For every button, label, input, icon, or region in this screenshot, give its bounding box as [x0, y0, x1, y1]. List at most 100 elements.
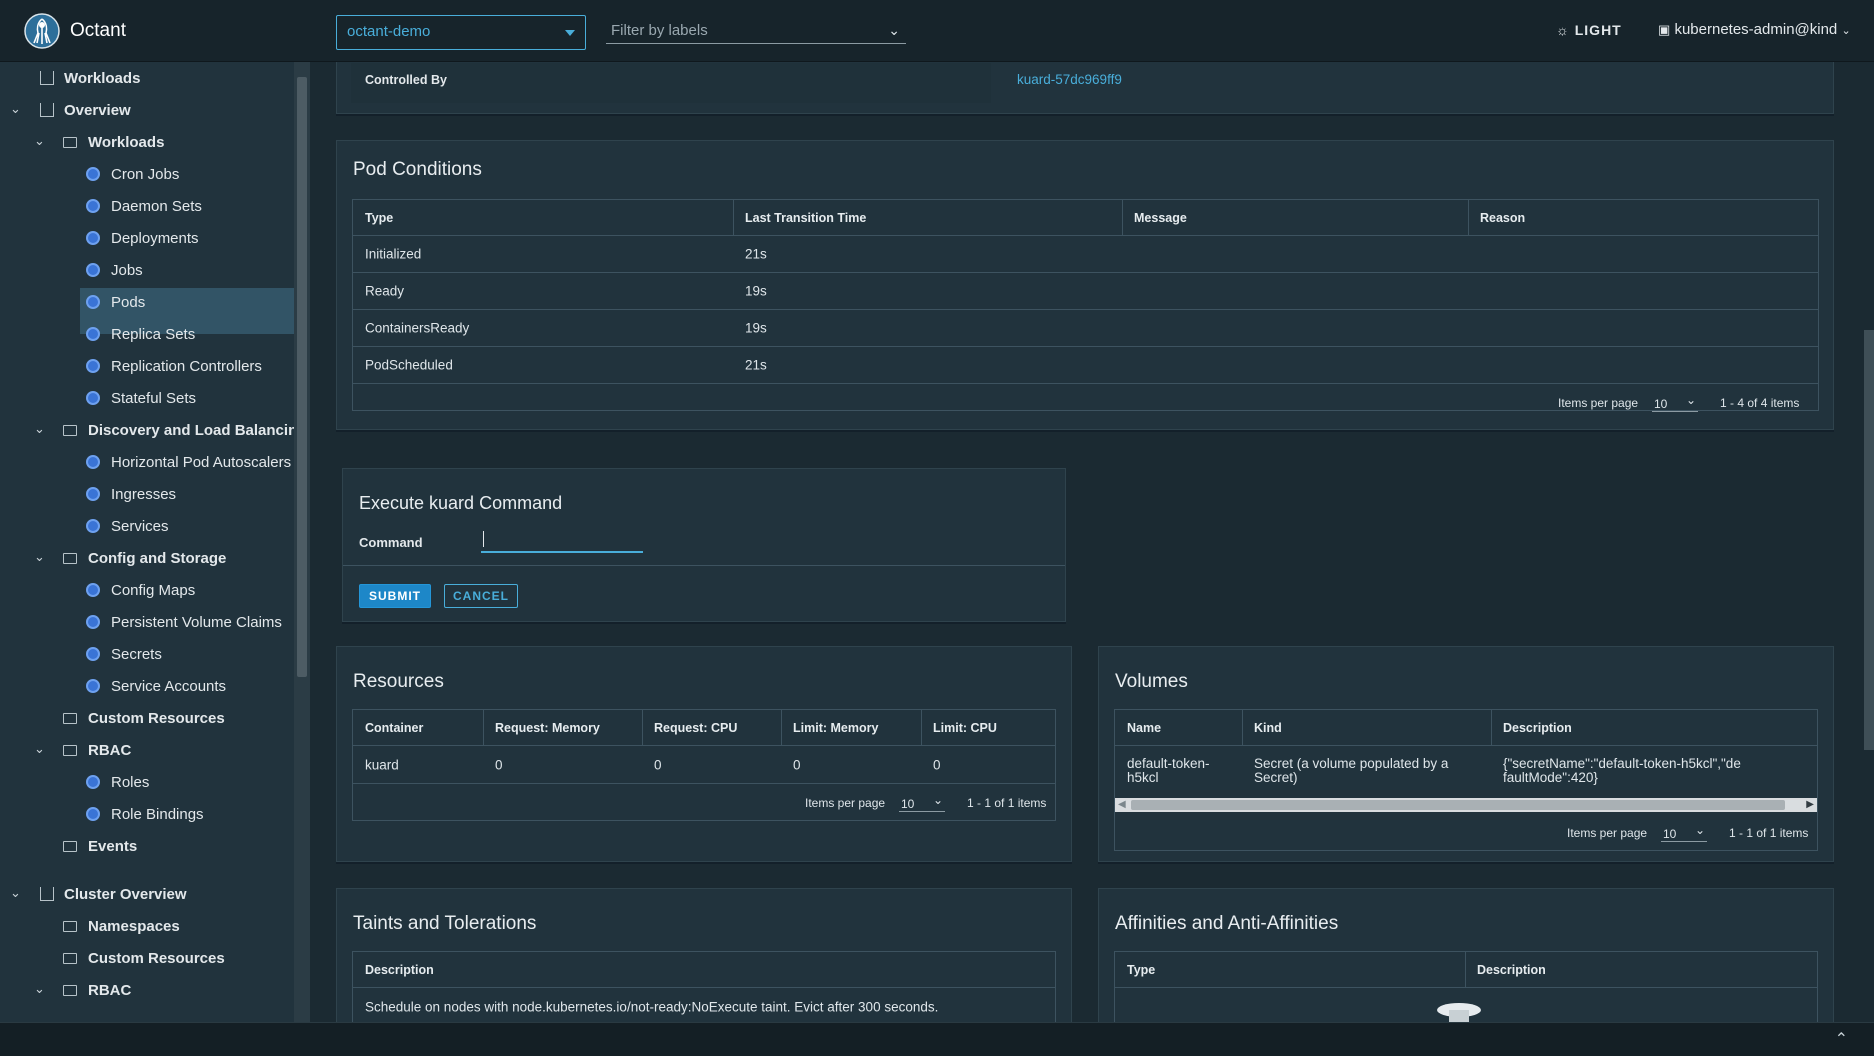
- column-header[interactable]: Description: [1503, 721, 1572, 735]
- column-divider[interactable]: [642, 710, 643, 746]
- horizontal-scrollbar-thumb[interactable]: [1131, 800, 1785, 810]
- top-bar: Octant octant-demo Filter by labels ⌄ ☼ …: [0, 0, 1874, 62]
- sidebar-item-replication-controllers[interactable]: Replication Controllers: [80, 352, 294, 382]
- sidebar-item-rbac[interactable]: ⌄ RBAC: [0, 736, 294, 766]
- page-range: 1 - 4 of 4 items: [1720, 396, 1800, 410]
- sidebar-item-daemon-sets[interactable]: Daemon Sets: [80, 192, 294, 222]
- column-header[interactable]: Request: Memory: [495, 721, 600, 735]
- column-header[interactable]: Message: [1134, 211, 1187, 225]
- sidebar-item-events[interactable]: Events: [0, 832, 294, 862]
- label-filter-input[interactable]: Filter by labels ⌄: [606, 18, 906, 44]
- column-header[interactable]: Limit: Memory: [793, 721, 878, 735]
- replicaset-icon: [86, 327, 100, 341]
- affinities-table: Type Description: [1114, 951, 1818, 1022]
- sidebar-item-label: Ingresses: [111, 486, 177, 503]
- sidebar-item-pods-active[interactable]: Pods: [80, 288, 294, 318]
- column-divider[interactable]: [1122, 200, 1123, 236]
- per-page-value: 10: [901, 797, 915, 811]
- table-header: Type Description: [1115, 952, 1817, 988]
- column-header[interactable]: Request: CPU: [654, 721, 737, 735]
- affinities-title: Affinities and Anti-Affinities: [1115, 913, 1339, 934]
- column-divider[interactable]: [1242, 710, 1243, 746]
- column-divider[interactable]: [1491, 710, 1492, 746]
- column-divider[interactable]: [483, 710, 484, 746]
- chevron-up-icon[interactable]: ⌃: [1835, 1029, 1848, 1049]
- volume-name: default-token-h5kcl: [1127, 756, 1210, 785]
- sidebar-item-deployments[interactable]: Deployments: [80, 224, 294, 254]
- controlled-by-link[interactable]: kuard-57dc969ff9: [1017, 72, 1122, 87]
- sidebar-item-roles[interactable]: Roles: [80, 768, 294, 798]
- column-divider[interactable]: [921, 710, 922, 746]
- folder-icon: [63, 425, 77, 436]
- namespace-select[interactable]: octant-demo: [336, 15, 586, 50]
- table-row: ContainersReady 19s: [353, 310, 1818, 347]
- rolebinding-icon: [86, 807, 100, 821]
- main-scrollbar-thumb[interactable]: [1864, 330, 1874, 750]
- limit-memory: 0: [793, 757, 801, 772]
- brand-name[interactable]: Octant: [70, 20, 126, 42]
- user-context-menu[interactable]: ▣ kubernetes-admin@kind ⌄: [1658, 21, 1851, 38]
- sidebar-item-cluster-rbac[interactable]: ⌄ RBAC: [0, 976, 294, 1006]
- sidebar-item-workloads-top[interactable]: Workloads: [0, 64, 294, 94]
- items-per-page-select[interactable]: 10 ⌄: [1652, 392, 1698, 412]
- column-header[interactable]: Limit: CPU: [933, 721, 997, 735]
- sidebar-item-label: Service Accounts: [111, 678, 227, 695]
- chevron-down-icon: ⌄: [34, 549, 45, 564]
- column-divider[interactable]: [733, 200, 734, 236]
- sidebar-item-pvc[interactable]: Persistent Volume Claims: [80, 608, 294, 638]
- column-divider[interactable]: [1465, 952, 1466, 988]
- sidebar-item-hpa[interactable]: Horizontal Pod Autoscalers: [80, 448, 294, 478]
- sidebar-item-services[interactable]: Services: [80, 512, 294, 542]
- chevron-down-icon: ⌄: [10, 885, 21, 900]
- sidebar-item-custom-resources[interactable]: Custom Resources: [0, 704, 294, 734]
- chevron-down-icon: ⌄: [34, 421, 45, 436]
- job-icon: [86, 263, 100, 277]
- column-header[interactable]: Reason: [1480, 211, 1525, 225]
- namespace-value: octant-demo: [347, 23, 431, 40]
- submit-button[interactable]: SUBMIT: [359, 584, 431, 608]
- sidebar-item-jobs[interactable]: Jobs: [80, 256, 294, 286]
- column-header[interactable]: Description: [1477, 963, 1546, 977]
- sidebar-item-config-storage[interactable]: ⌄ Config and Storage: [0, 544, 294, 574]
- condition-time: 21s: [745, 357, 767, 373]
- ingress-icon: [86, 487, 100, 501]
- column-header[interactable]: Container: [365, 721, 423, 735]
- sidebar-item-discovery[interactable]: ⌄ Discovery and Load Balancing: [0, 416, 294, 446]
- command-input[interactable]: [481, 523, 643, 553]
- sidebar-item-role-bindings[interactable]: Role Bindings: [80, 800, 294, 830]
- sidebar-scrollbar-thumb[interactable]: [297, 77, 307, 677]
- sidebar-item-workloads[interactable]: ⌄ Workloads: [0, 128, 294, 158]
- sidebar-item-overview[interactable]: ⌄ Overview: [0, 96, 294, 126]
- items-per-page-select[interactable]: 10 ⌄: [1661, 822, 1707, 842]
- sidebar-item-cron-jobs[interactable]: Cron Jobs: [80, 160, 294, 190]
- sidebar-item-config-maps[interactable]: Config Maps: [80, 576, 294, 606]
- volumes-card: Volumes Name Kind Description default-to…: [1098, 646, 1834, 862]
- column-header[interactable]: Last Transition Time: [745, 211, 866, 225]
- cancel-button[interactable]: CANCEL: [444, 584, 518, 608]
- column-divider[interactable]: [781, 710, 782, 746]
- scroll-right-icon[interactable]: ▶: [1806, 799, 1814, 810]
- sidebar-item-secrets[interactable]: Secrets: [80, 640, 294, 670]
- sidebar-item-replica-sets[interactable]: Replica Sets: [80, 320, 294, 350]
- theme-toggle-button[interactable]: ☼ LIGHT: [1556, 22, 1622, 38]
- items-per-page-select[interactable]: 10 ⌄: [899, 792, 945, 812]
- folder-icon: [63, 985, 77, 996]
- sidebar-item-namespaces[interactable]: Namespaces: [0, 912, 294, 942]
- octant-logo-icon[interactable]: [24, 13, 60, 49]
- scroll-left-icon[interactable]: ◀: [1118, 799, 1126, 810]
- column-header[interactable]: Kind: [1254, 721, 1282, 735]
- sidebar-item-ingresses[interactable]: Ingresses: [80, 480, 294, 510]
- sidebar-item-cluster-overview[interactable]: ⌄ Cluster Overview: [0, 880, 294, 910]
- column-header[interactable]: Description: [365, 963, 434, 977]
- chevron-down-icon: ⌄: [888, 22, 900, 38]
- sidebar-item-service-accounts[interactable]: Service Accounts: [80, 672, 294, 702]
- table-row: Ready 19s: [353, 273, 1818, 310]
- sidebar-item-cluster-custom-resources[interactable]: Custom Resources: [0, 944, 294, 974]
- column-divider[interactable]: [1468, 200, 1469, 236]
- controlled-by-label: Controlled By: [365, 73, 447, 87]
- column-header[interactable]: Name: [1127, 721, 1161, 735]
- horizontal-scrollbar[interactable]: ◀ ▶: [1115, 798, 1817, 812]
- column-header[interactable]: Type: [1127, 963, 1155, 977]
- sidebar-item-stateful-sets[interactable]: Stateful Sets: [80, 384, 294, 414]
- column-header[interactable]: Type: [365, 211, 393, 225]
